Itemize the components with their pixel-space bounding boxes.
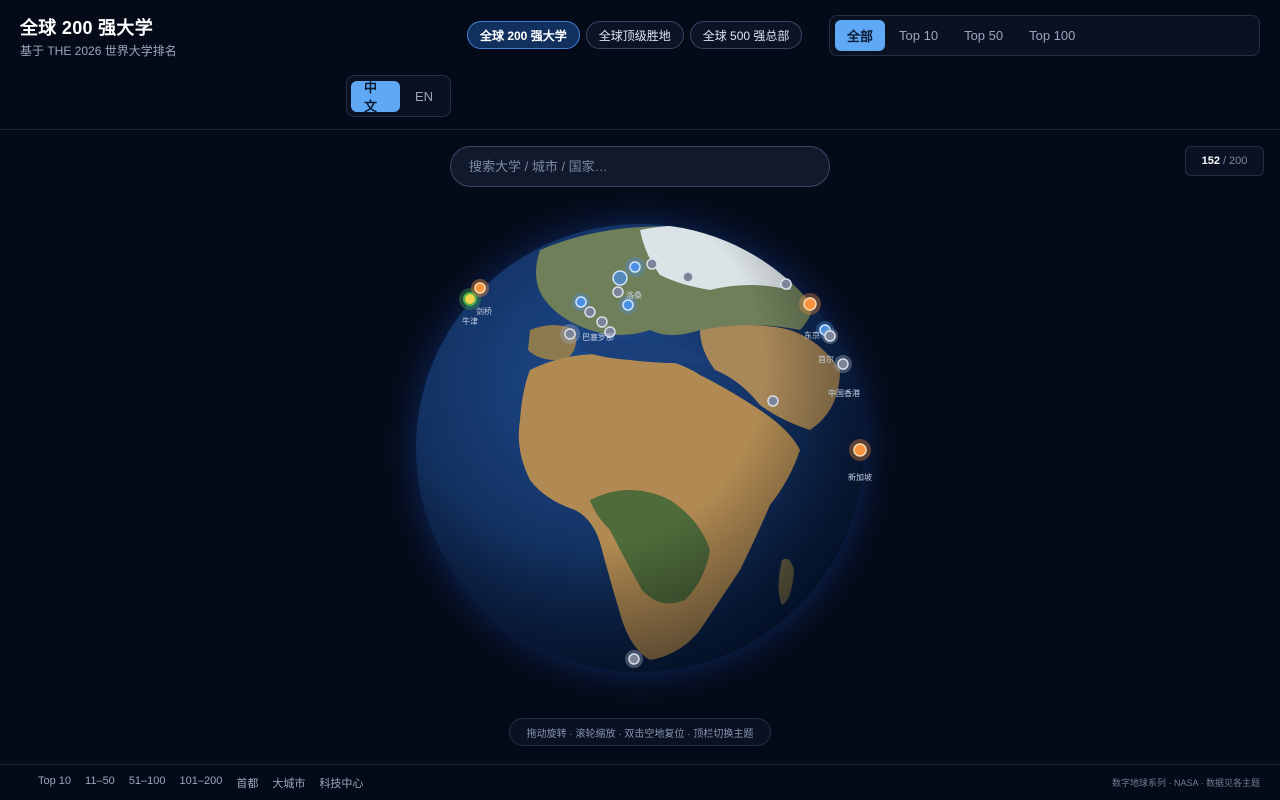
rank-filter-top100[interactable]: Top 100 [1017,20,1087,51]
footer: Top 10 11–50 51–100 101–200 首都 大城市 科技中心 … [0,764,1280,800]
tab-resorts[interactable]: 全球顶级胜地 [585,21,684,49]
marker-rank101-200[interactable] [646,258,658,270]
marker-rank101-200[interactable] [682,271,694,283]
city-label-tokyo: 东京 [804,330,820,340]
globe-svg[interactable]: 牛津 剑桥 洛桑 中国香港 新加坡 首尔 东京 巴塞罗那 [370,180,910,720]
city-label-oxford: 牛津 [462,316,478,326]
marker-rank11-50[interactable] [474,282,486,294]
marker-rank51-100[interactable] [612,270,628,286]
app-subtitle: 基于 THE 2026 世界大学排名 [20,44,177,58]
marker-rank101-200[interactable] [767,395,779,407]
city-label-hong-kong: 中国香港 [828,388,860,398]
city-label-seoul: 首尔 [818,354,834,364]
city-label-singapore: 新加坡 [848,472,872,482]
theme-tabs: 全球 200 强大学 全球顶级胜地 全球 500 强总部 [467,21,803,49]
result-counter: 152 / 200 [1185,146,1264,176]
marker-rank51-100[interactable] [622,299,634,311]
marker-rank101-200[interactable] [612,286,624,298]
city-label-lausanne: 洛桑 [626,290,642,300]
marker-rank101-200[interactable] [584,306,596,318]
globe[interactable]: 牛津 剑桥 洛桑 中国香港 新加坡 首尔 东京 巴塞罗那 [370,180,910,720]
rank-filter-top50[interactable]: Top 50 [952,20,1015,51]
marker-rank101-200[interactable] [837,358,849,370]
counter-current: 152 [1201,155,1220,167]
marker-rank11-50[interactable] [803,297,817,311]
data-credit: 数字地球系列 · NASA · 数据见各主题 [1111,778,1260,788]
legend-big-city: 大城市 [272,778,306,790]
marker-rank101-200[interactable] [596,316,608,328]
legend-capital: 首都 [236,778,259,790]
lang-en-button[interactable]: EN [402,81,446,112]
city-label-cambridge: 剑桥 [476,306,492,316]
legend-11-50: 11–50 [85,775,115,787]
lang-zh-button[interactable]: 中文 [351,80,400,114]
legend-101-200: 101–200 [179,775,223,787]
rank-filter-top10[interactable]: Top 10 [887,20,950,51]
header: 全球 200 强大学 基于 THE 2026 世界大学排名 全球 200 强大学… [0,0,1280,130]
marker-rank51-100[interactable] [629,261,641,273]
rank-filter-all[interactable]: 全部 [835,20,886,51]
city-label-barcelona: 巴塞罗那 [582,332,614,342]
tab-headquarters[interactable]: 全球 500 强总部 [689,21,803,49]
counter-total: / 200 [1222,155,1248,167]
map-legend: Top 10 11–50 51–100 101–200 首都 大城市 科技中心 [38,775,363,791]
marker-rank101-200[interactable] [824,330,836,342]
marker-rank101-200[interactable] [780,278,792,290]
interaction-hint: 拖动旋转 · 滚轮缩放 · 双击空地复位 · 顶栏切换主题 [509,718,771,746]
marker-rank101-200[interactable] [628,653,640,665]
marker-rank51-100[interactable] [575,296,587,308]
marker-rank101-200[interactable] [564,328,576,340]
marker-rank11-50[interactable] [853,443,867,457]
tab-universities[interactable]: 全球 200 强大学 [467,21,580,49]
legend-top10: Top 10 [38,775,72,787]
legend-tech-hub: 科技中心 [319,778,364,790]
language-switch: 中文 EN [346,75,451,117]
app-title: 全球 200 强大学 [20,18,154,38]
legend-51-100: 51–100 [128,775,166,787]
rank-filter: 全部 Top 10 Top 50 Top 100 [829,15,1260,56]
